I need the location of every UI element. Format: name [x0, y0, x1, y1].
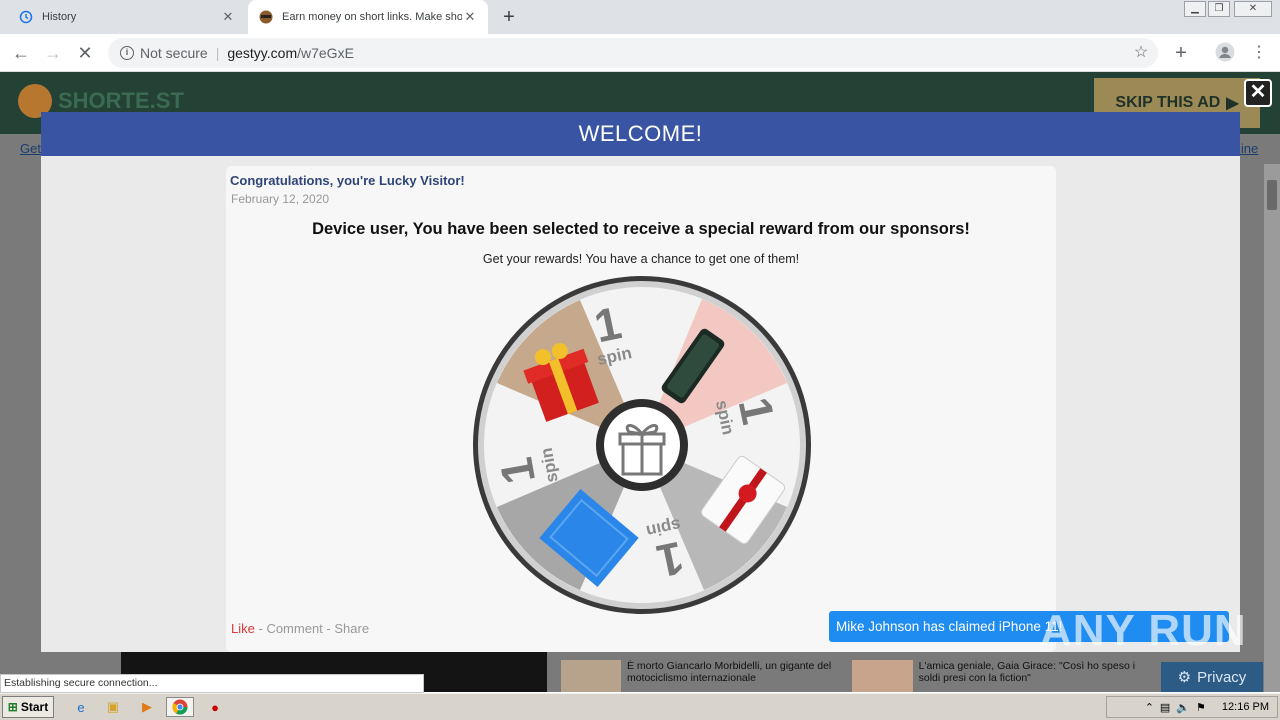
scrollbar-thumb[interactable] — [1267, 180, 1277, 210]
tray-arrow-icon[interactable]: ⌃ — [1145, 701, 1154, 714]
tab-shortest[interactable]: Earn money on short links. Make sho ✕ — [248, 0, 488, 34]
new-tab-button[interactable]: + — [498, 6, 520, 28]
system-tray: ⌃ ▤ 🔈 ⚑ 12:16 PM — [1106, 696, 1278, 718]
address-bar[interactable]: i Not secure | gestyy.com /w7eGxE — [108, 38, 1158, 68]
prize-wheel[interactable]: 1 spin 1 spin 1 spin 1 spin — [471, 274, 813, 616]
chrome-icon[interactable] — [166, 697, 194, 717]
tab-history[interactable]: History ✕ — [8, 0, 246, 34]
taskbar: ⊞ Start e ▣ ▶ ● ⌃ ▤ 🔈 ⚑ 12:16 PM — [0, 693, 1280, 720]
close-ad-button[interactable]: ✕ — [1244, 79, 1272, 107]
clock[interactable]: 12:16 PM — [1222, 701, 1269, 713]
windows-logo-icon: ⊞ — [7, 700, 18, 714]
url-path: /w7eGxE — [297, 45, 354, 61]
back-arrow-icon[interactable]: ← — [8, 40, 34, 66]
modal-title: WELCOME! — [41, 112, 1240, 156]
page-scrollbar[interactable] — [1264, 164, 1280, 692]
social-actions: Like - Comment - Share — [231, 621, 370, 636]
congrats-heading: Congratulations, you're Lucky Visitor! — [230, 173, 465, 188]
close-tab-icon[interactable]: ✕ — [462, 9, 478, 25]
privacy-button[interactable]: ⚙ Privacy — [1161, 662, 1263, 692]
news-item[interactable]: L'amica geniale, Gaia Girace: "Così ho s… — [852, 660, 1142, 692]
reward-headline: Device user, You have been selected to r… — [312, 220, 970, 238]
logo-text: SHORTE.ST — [58, 88, 184, 113]
nav-link-left[interactable]: Get — [20, 141, 41, 156]
welcome-modal: WELCOME! Congratulations, you're Lucky V… — [41, 112, 1240, 652]
tab-title: Earn money on short links. Make sho — [282, 11, 462, 23]
forward-arrow-icon[interactable]: → — [40, 40, 66, 66]
news-item[interactable]: È morto Giancarlo Morbidelli, un gigante… — [561, 660, 851, 692]
url-host: gestyy.com — [227, 45, 298, 61]
comment-link[interactable]: Comment — [266, 621, 322, 636]
security-label: Not secure — [140, 45, 208, 61]
anyrun-watermark: ANY RUN — [1040, 606, 1247, 655]
media-player-icon[interactable]: ▶ — [136, 697, 158, 717]
window-close-icon[interactable]: ✕ — [1234, 1, 1272, 17]
reward-subheadline: Get your rewards! You have a chance to g… — [482, 252, 800, 266]
history-icon — [18, 9, 34, 25]
browser-toolbar: ← → ✕ i Not secure | gestyy.com /w7eGxE … — [0, 34, 1280, 72]
star-icon[interactable]: ☆ — [1130, 42, 1152, 64]
stop-loading-icon[interactable]: ✕ — [72, 40, 98, 66]
minimize-icon[interactable]: ▁ — [1184, 1, 1206, 17]
close-tab-icon[interactable]: ✕ — [220, 9, 236, 25]
status-bubble: Establishing secure connection... — [0, 674, 424, 693]
opera-icon[interactable]: ● — [204, 697, 226, 717]
folder-icon[interactable]: ▣ — [102, 697, 124, 717]
news-thumbnail — [561, 660, 621, 692]
restore-icon[interactable]: ❐ — [1208, 1, 1230, 17]
tab-strip: History ✕ Earn money on short links. Mak… — [0, 0, 1280, 34]
post-date: February 12, 2020 — [231, 192, 330, 206]
network-icon[interactable]: ▤ — [1160, 701, 1170, 714]
tab-title: History — [42, 11, 77, 23]
ie-icon[interactable]: e — [70, 697, 92, 717]
news-thumbnail — [852, 660, 913, 692]
news-text: È morto Giancarlo Morbidelli, un gigante… — [626, 660, 832, 684]
info-icon[interactable]: i — [120, 46, 134, 60]
news-text: L'amica geniale, Gaia Girace: "Così ho s… — [918, 660, 1136, 684]
start-button[interactable]: ⊞ Start — [2, 696, 54, 718]
add-icon[interactable]: + — [1170, 42, 1192, 64]
menu-dots-icon[interactable]: ⋮ — [1248, 42, 1270, 64]
share-link[interactable]: Share — [334, 621, 369, 636]
gear-icon: ⚙ — [1177, 669, 1192, 686]
flag-icon[interactable]: ⚑ — [1196, 701, 1206, 714]
profile-avatar[interactable] — [1214, 42, 1236, 64]
reward-card: Congratulations, you're Lucky Visitor! F… — [226, 166, 1056, 652]
divider: | — [215, 45, 220, 61]
like-link[interactable]: Like — [231, 621, 255, 636]
volume-icon[interactable]: 🔈 — [1176, 701, 1190, 714]
page-content: SHORTE.ST SKIP THIS AD ▶ Get line È mort… — [0, 72, 1280, 692]
privacy-label: Privacy — [1197, 668, 1247, 686]
nav-link-right[interactable]: line — [1238, 141, 1258, 156]
ninja-favicon-icon — [258, 9, 274, 25]
play-arrow-icon: ▶ — [1226, 95, 1239, 112]
skip-ad-label: SKIP THIS AD — [1115, 94, 1221, 111]
start-label: Start — [20, 700, 49, 714]
